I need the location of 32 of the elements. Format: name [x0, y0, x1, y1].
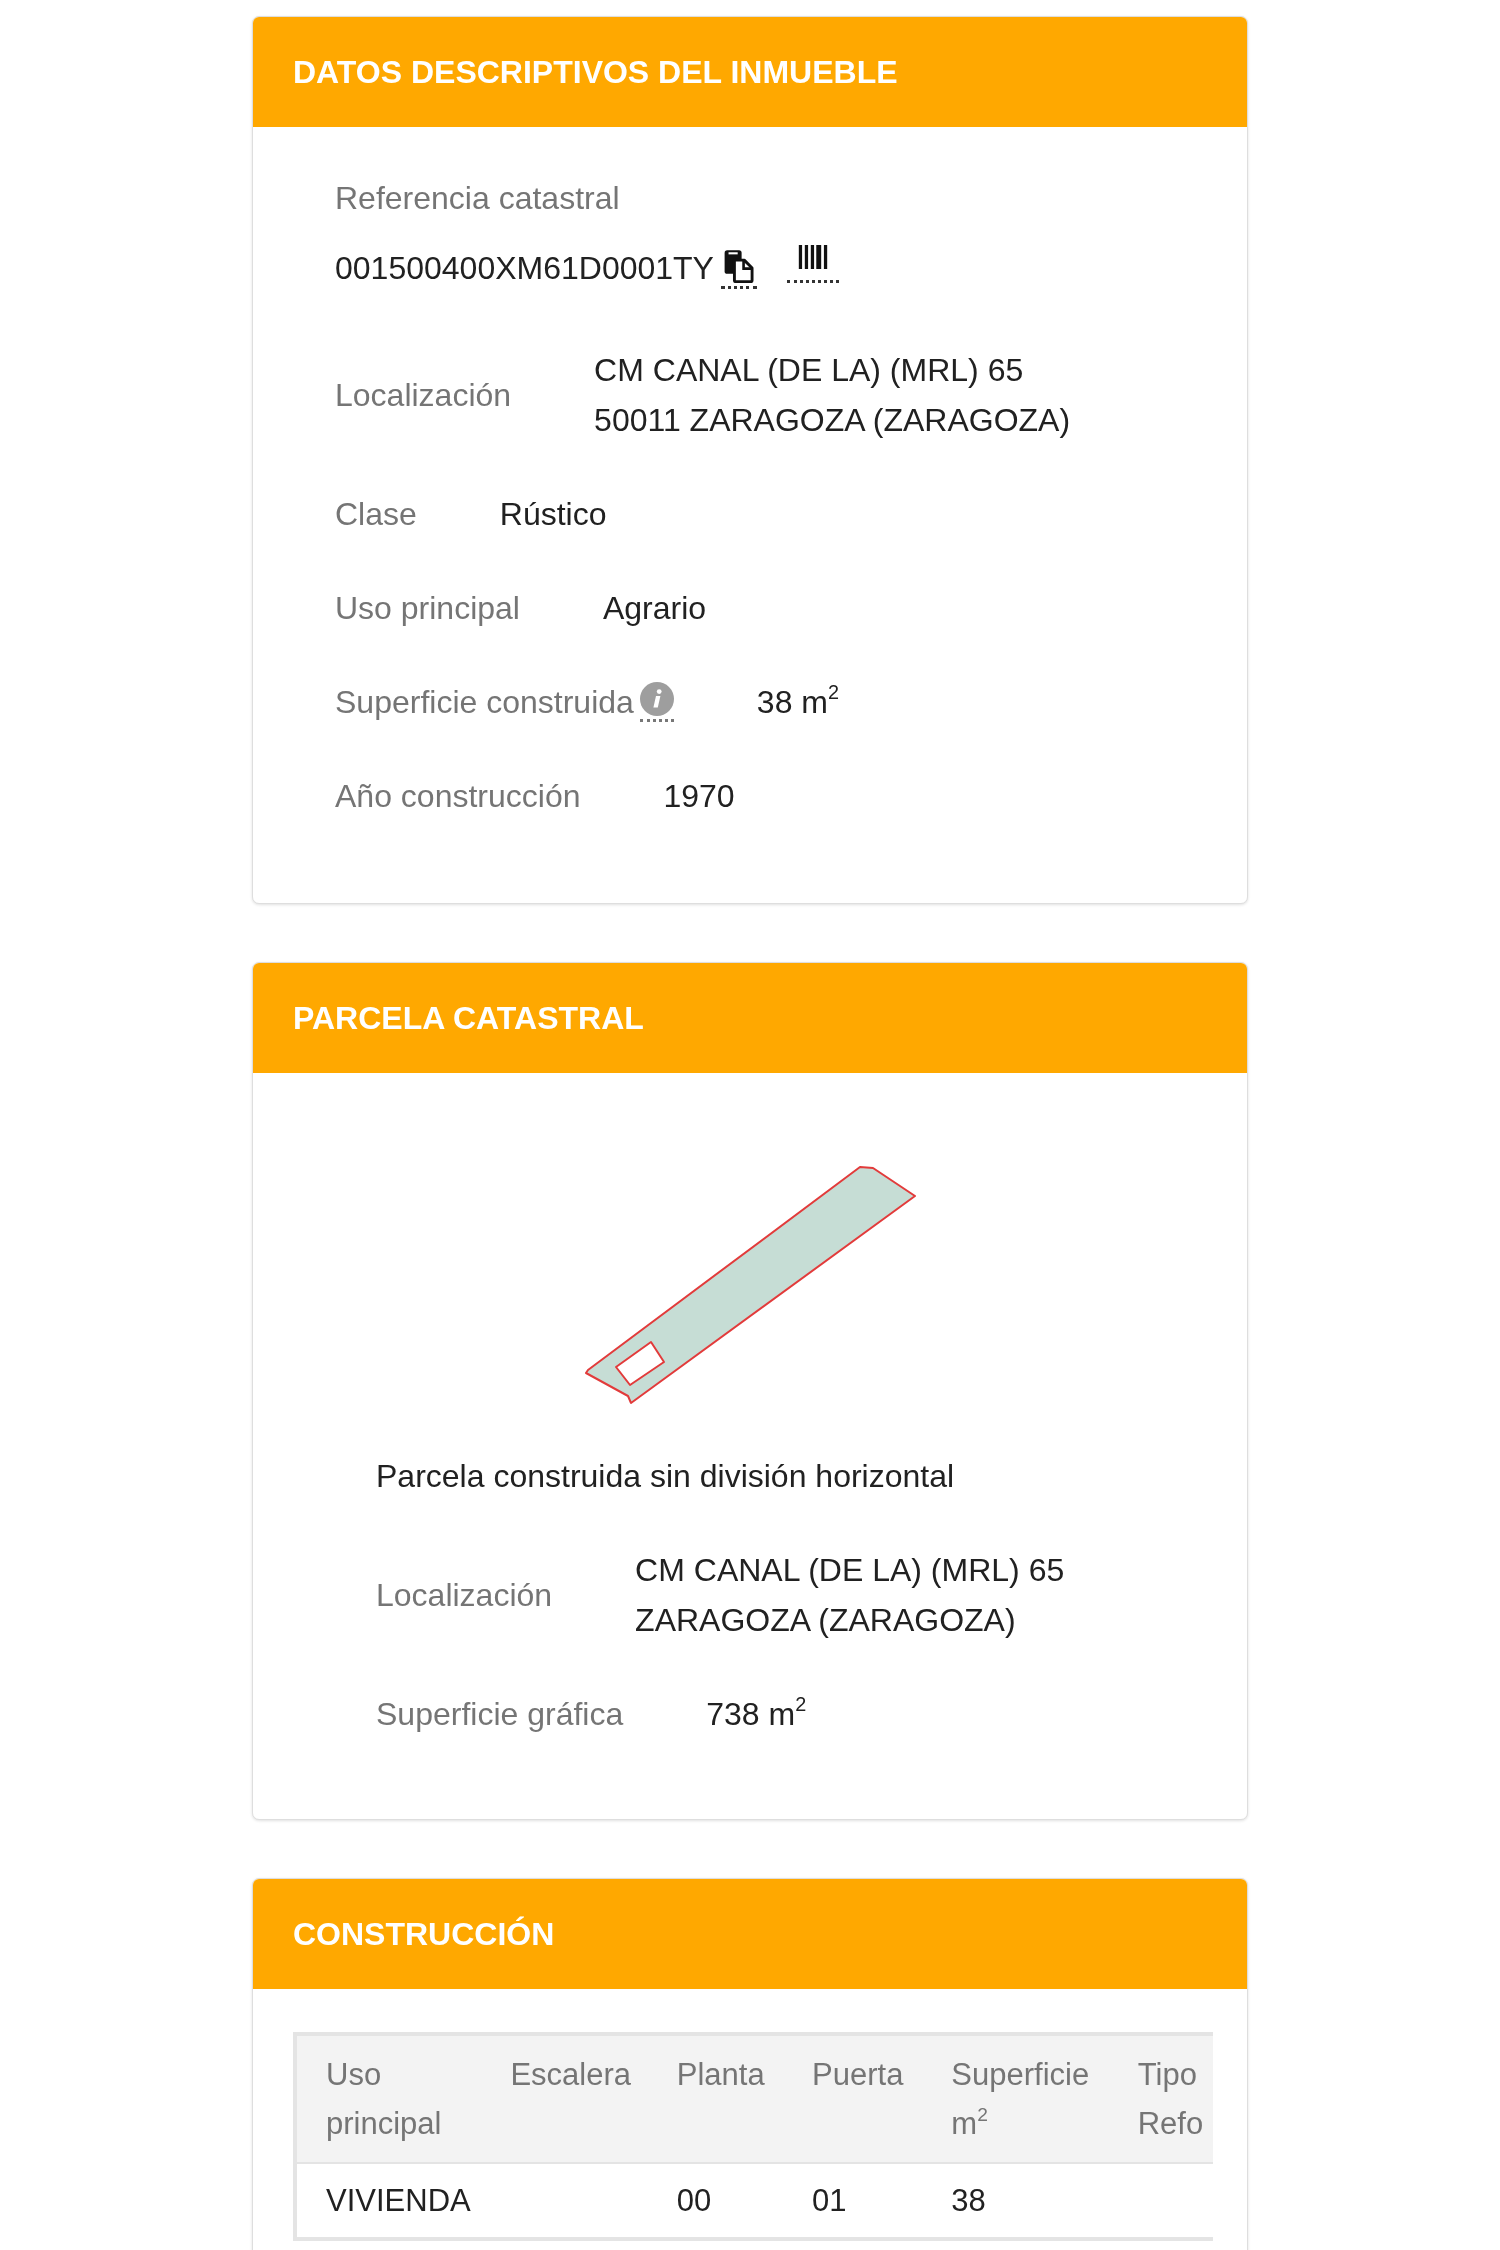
column-header: Superficie m$^{2}$ — [922, 2034, 1111, 2163]
column-header: Planta — [647, 2034, 784, 2163]
reference-number: 001500400XM61D0001TY — [335, 249, 714, 288]
column-header: Tipo Refo — [1110, 2034, 1213, 2163]
field-value: CM CANAL (DE LA) (MRL) 65 50011 ZARAGOZA (ZARAGOZA) — [594, 351, 1071, 440]
section-header: PARCELA CATASTRAL — [253, 963, 1247, 1073]
field-value: Rústico — [499, 495, 607, 534]
column-header: Escalera — [481, 2034, 648, 2163]
table-cell: 01 — [783, 2163, 923, 2239]
field-label: Referencia catastral — [335, 179, 621, 218]
section-header: CONSTRUCCIÓN — [253, 1879, 1247, 1989]
copy-icon[interactable] — [720, 247, 757, 289]
field-label: Uso principal — [335, 589, 520, 628]
column-header: Uso principal — [295, 2034, 482, 2163]
table-cell: VIVIENDA — [295, 2163, 482, 2239]
table-cell: 00 — [647, 2163, 784, 2239]
column-header: Puerta — [783, 2034, 923, 2163]
parcel-description: Parcela construida sin división horizontal — [376, 1457, 956, 1496]
field-value: 38 m$^{2}$ — [756, 680, 839, 722]
field-label: Superficie construida — [335, 683, 634, 722]
field-label: Superficie gráfica — [376, 1695, 624, 1734]
field-label: Clase — [335, 495, 417, 534]
info-icon[interactable] — [639, 682, 674, 722]
field-label: Localización — [335, 376, 512, 415]
field-value: 738 m$^{2}$ — [706, 1692, 807, 1734]
field-value: Agrario — [602, 589, 707, 628]
field-value: CM CANAL (DE LA) (MRL) 65 ZARAGOZA (ZARAGOZA) — [635, 1551, 1065, 1640]
table-cell: 38 — [922, 2163, 1111, 2239]
field-label: Año construcción — [335, 777, 581, 816]
field-value: 1970 — [663, 777, 735, 816]
section-header: DATOS DESCRIPTIVOS DEL INMUEBLE — [253, 17, 1247, 127]
field-label: Localización — [376, 1576, 553, 1615]
